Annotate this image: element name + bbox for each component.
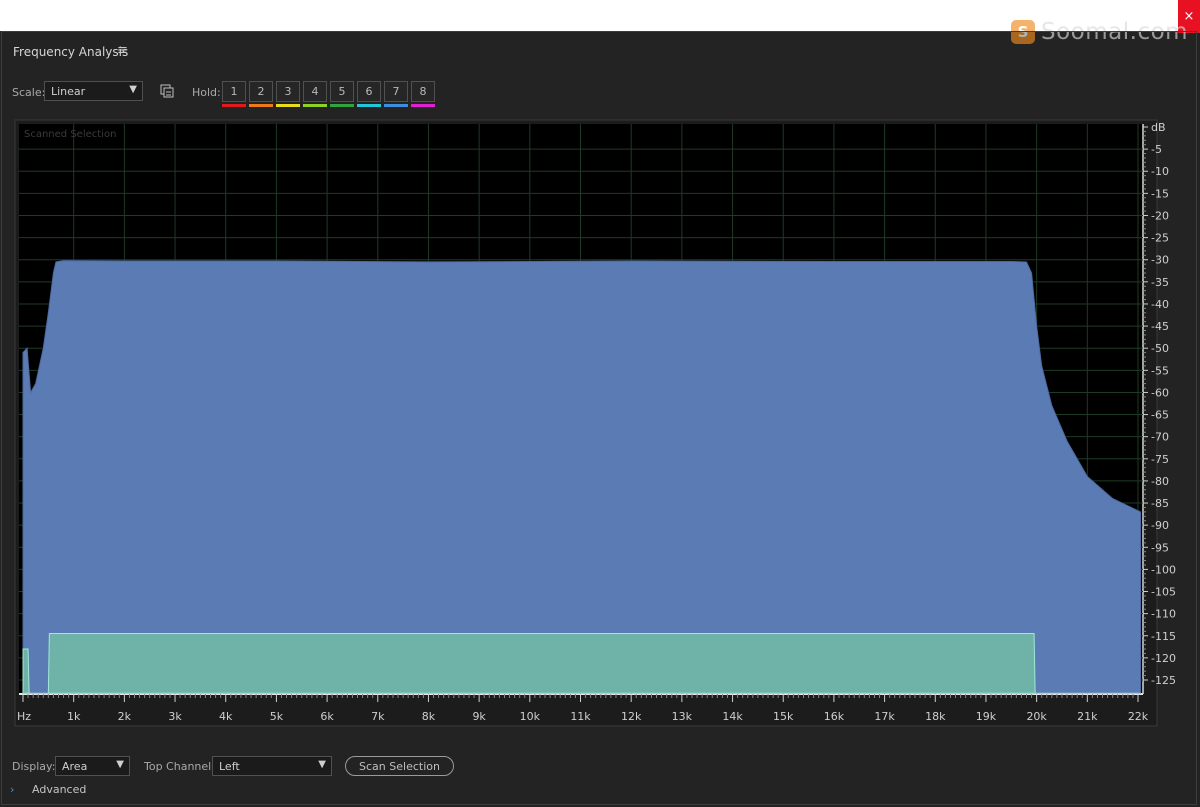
graph-frame xyxy=(14,119,1158,727)
x-axis-tick-label: 9k xyxy=(472,710,486,723)
display-dropdown[interactable]: Area ▼ xyxy=(55,756,130,776)
y-axis-tick-label: -20 xyxy=(1151,209,1169,222)
x-axis: Hz 1k 2k 3k 4k 5k 6k 7k 8k 9k 10k 11k 12k 13k 14k 15k 16… xyxy=(17,694,1149,723)
y-axis-tick-label: -75 xyxy=(1151,453,1169,466)
chevron-down-icon: ▼ xyxy=(129,84,137,95)
panel-border xyxy=(1,31,1197,805)
chevron-down-icon: ▼ xyxy=(116,759,124,770)
chevron-down-icon: ▼ xyxy=(318,759,326,770)
hold-button-8[interactable]: 8 xyxy=(411,81,435,102)
copy-to-clipboard-icon[interactable] xyxy=(160,84,174,98)
y-axis-tick-label: -70 xyxy=(1151,431,1169,444)
panel-menu-icon[interactable]: ≡ xyxy=(117,43,128,58)
hold-color-indicator-8 xyxy=(411,104,435,107)
hold-color-indicator-6 xyxy=(357,104,381,107)
display-label: Display: xyxy=(12,760,56,773)
x-axis-tick-label: 19k xyxy=(976,710,997,723)
scale-dropdown[interactable]: Linear ▼ xyxy=(44,81,143,101)
grid-lines xyxy=(19,124,1143,694)
x-axis-tick-label: 5k xyxy=(270,710,284,723)
y-axis-tick-label: -10 xyxy=(1151,165,1169,178)
graph-plot-background xyxy=(19,124,1143,694)
y-axis-tick-label: -50 xyxy=(1151,342,1169,355)
y-axis-tick-label: -60 xyxy=(1151,386,1169,399)
top-channel-label: Top Channel: xyxy=(144,760,215,773)
y-axis-tick-label: -115 xyxy=(1151,630,1176,643)
watermark-text: Soomal.com xyxy=(1041,19,1189,45)
scale-label: Scale: xyxy=(12,86,46,99)
x-axis-tick-label: 3k xyxy=(168,710,182,723)
y-axis-tick-label: -85 xyxy=(1151,497,1169,510)
y-axis-tick-label: -105 xyxy=(1151,586,1176,599)
spectrum-graph[interactable]: dB -5 -10 -15 -20 -25 -30 -35 -40 -45 -50 -55 -60 -65… xyxy=(0,0,1200,807)
hold-button-7[interactable]: 7 xyxy=(384,81,408,102)
top-channel-dropdown[interactable]: Left ▼ xyxy=(212,756,332,776)
hold-button-3[interactable]: 3 xyxy=(276,81,300,102)
panel-title: Frequency Analysis xyxy=(13,45,129,59)
scale-value: Linear xyxy=(51,84,86,98)
spectrum-series-1 xyxy=(22,260,1142,694)
hold-label: Hold: xyxy=(192,86,221,99)
y-axis-tick-label: -110 xyxy=(1151,608,1176,621)
hold-color-indicator-4 xyxy=(303,104,327,107)
y-axis-tick-label: -100 xyxy=(1151,563,1176,576)
hold-button-5[interactable]: 5 xyxy=(330,81,354,102)
x-axis-tick-label: 16k xyxy=(824,710,845,723)
watermark: S Soomal.com xyxy=(1011,18,1188,46)
x-axis-tick-label: 22k xyxy=(1128,710,1149,723)
top-channel-value: Left xyxy=(219,759,240,773)
x-axis-tick-label: 4k xyxy=(219,710,233,723)
y-axis-tick-label: -90 xyxy=(1151,519,1169,532)
hold-button-2[interactable]: 2 xyxy=(249,81,273,102)
x-axis-tick-label: 1k xyxy=(67,710,81,723)
graph-overlay-label: Scanned Selection xyxy=(24,129,116,140)
spectrum-areas xyxy=(22,260,1142,694)
y-axis-tick-label: -25 xyxy=(1151,232,1169,245)
y-axis-tick-label: -55 xyxy=(1151,364,1169,377)
x-axis-tick-label: 12k xyxy=(621,710,642,723)
advanced-expand-icon[interactable]: › xyxy=(10,783,14,796)
y-axis-tick-label: -5 xyxy=(1151,143,1162,156)
y-axis-tick-label: -80 xyxy=(1151,475,1169,488)
x-axis-tick-label: 11k xyxy=(570,710,591,723)
hold-color-indicator-7 xyxy=(384,104,408,107)
hold-color-indicator-2 xyxy=(249,104,273,107)
hold-color-indicator-5 xyxy=(330,104,354,107)
y-axis-tick-label: -95 xyxy=(1151,541,1169,554)
spectrum-series-2 xyxy=(22,633,1141,694)
y-axis-tick-label: dB xyxy=(1151,121,1166,134)
x-axis-tick-label: 2k xyxy=(118,710,132,723)
y-axis-tick-label: -65 xyxy=(1151,409,1169,422)
hold-color-indicator-3 xyxy=(276,104,300,107)
y-axis-tick-label: -40 xyxy=(1151,298,1169,311)
hold-button-6[interactable]: 6 xyxy=(357,81,381,102)
advanced-section-label[interactable]: Advanced xyxy=(32,783,86,796)
x-axis-tick-label: 17k xyxy=(874,710,895,723)
x-axis-tick-label: 10k xyxy=(520,710,541,723)
x-axis-tick-label: 6k xyxy=(320,710,334,723)
x-axis-tick-label: 14k xyxy=(722,710,743,723)
x-axis-tick-label: 7k xyxy=(371,710,385,723)
x-axis-tick-label: 8k xyxy=(422,710,436,723)
y-axis-tick-label: -35 xyxy=(1151,276,1169,289)
hold-button-4[interactable]: 4 xyxy=(303,81,327,102)
x-axis-tick-label: 13k xyxy=(672,710,693,723)
display-value: Area xyxy=(62,759,88,773)
y-axis-tick-label: -125 xyxy=(1151,674,1176,687)
y-axis-tick-label: -45 xyxy=(1151,320,1169,333)
y-axis: dB -5 -10 -15 -20 -25 -30 -35 -40 -45 -50 -55 -60 -65… xyxy=(1143,121,1176,687)
x-axis-tick-label: 15k xyxy=(773,710,794,723)
x-axis-tick-label: 20k xyxy=(1026,710,1047,723)
y-axis-tick-label: -30 xyxy=(1151,254,1169,267)
y-axis-tick-label: -120 xyxy=(1151,652,1176,665)
x-axis-tick-label: 21k xyxy=(1077,710,1098,723)
x-axis-tick-label: 18k xyxy=(925,710,946,723)
hold-button-1[interactable]: 1 xyxy=(222,81,246,102)
graph-outer-panel xyxy=(14,119,1158,727)
x-axis-tick-label: Hz xyxy=(17,710,31,723)
watermark-logo: S xyxy=(1011,20,1035,44)
scan-selection-button[interactable]: Scan Selection xyxy=(345,756,454,776)
hold-color-indicator-1 xyxy=(222,104,246,107)
y-axis-tick-label: -15 xyxy=(1151,187,1169,200)
